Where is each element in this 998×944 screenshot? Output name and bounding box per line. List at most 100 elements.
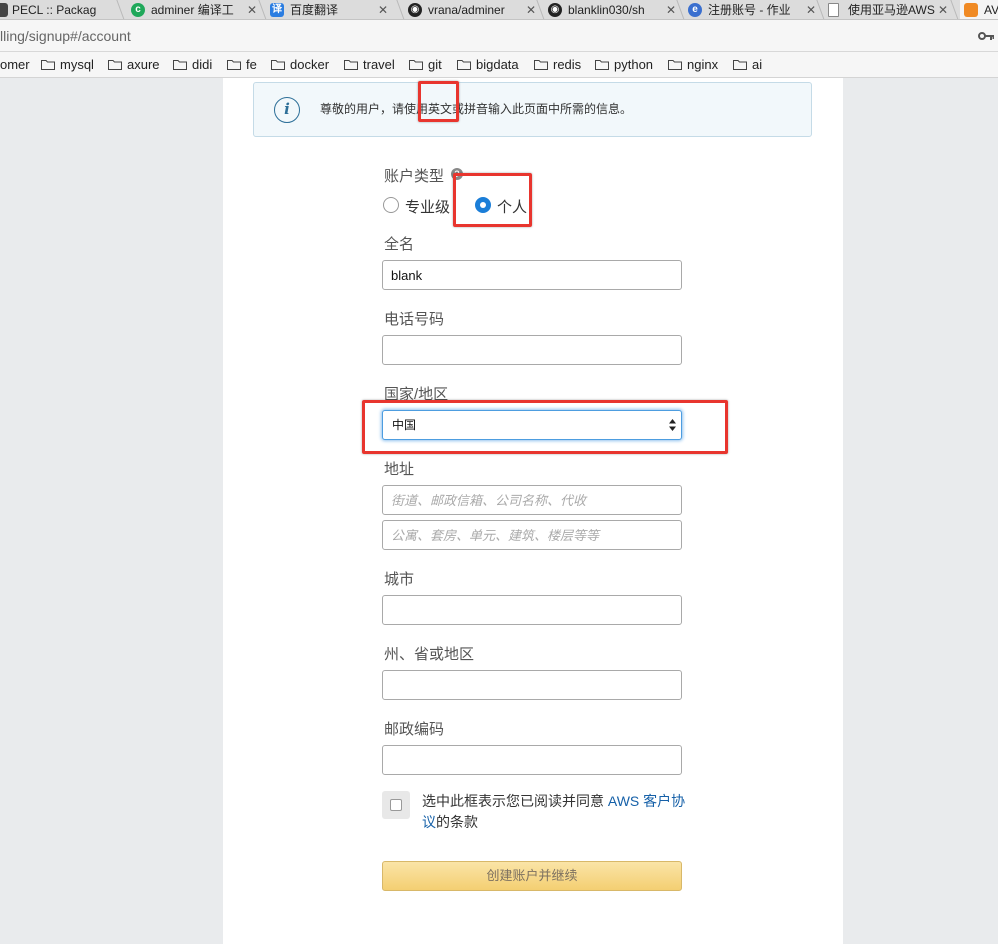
e-logo-icon: e [688,3,702,17]
tab-title: 使用亚马逊AWS [848,3,935,17]
radio-label: 专业级 [405,199,451,216]
agreement-suffix: 的条款 [436,814,478,830]
highlight-box [418,81,459,122]
phone-input[interactable] [382,335,682,365]
bookmark-folder[interactable]: nginx [668,57,718,72]
bookmark-folder[interactable]: axure [108,57,160,72]
pecl-icon [0,3,8,17]
full-name-label: 全名 [384,236,415,253]
github-icon: ◉ [408,3,422,17]
city-input[interactable] [382,595,682,625]
bookmark-folder[interactable]: python [595,57,653,72]
key-icon[interactable] [978,30,994,42]
address-label: 地址 [384,461,415,478]
bookmark-folder[interactable]: ai [733,57,762,72]
bookmark-label: nginx [687,57,719,72]
document-icon [828,3,839,17]
browser-tab-active[interactable]: AV [960,0,998,19]
highlight-box [453,173,532,227]
folder-icon [227,60,241,70]
close-icon[interactable]: ✕ [806,0,816,19]
bookmark-label: fe [246,57,257,72]
bookmark-label: python [614,57,654,72]
c-logo-icon: c [131,3,145,17]
aws-cube-icon [964,3,978,17]
translate-icon: 译 [270,3,284,17]
radio-professional[interactable]: 专业级 [383,196,453,216]
radio-button[interactable] [383,197,399,213]
postal-code-label: 邮政编码 [384,721,445,738]
close-icon[interactable]: ✕ [247,0,257,19]
browser-tab[interactable]: PECL :: Packag [0,0,120,19]
tab-title: PECL :: Packag [12,3,97,17]
folder-icon [344,60,358,70]
tab-title: 百度翻译 [290,3,339,17]
browser-tab[interactable]: ◉ blanklin030/sh ✕ [548,0,680,19]
folder-icon [271,60,285,70]
state-input[interactable] [382,670,682,700]
browser-tab[interactable]: c adminer 编译工 ✕ [131,0,261,19]
browser-tab[interactable]: 使用亚马逊AWS ✕ [828,0,953,19]
bookmark-label: omer [0,57,30,72]
folder-icon [457,60,471,70]
tab-title: adminer 编译工 [151,3,234,17]
highlight-box [362,400,728,454]
address-bar: lling/signup#/account [0,20,998,52]
url-field[interactable]: lling/signup#/account [0,28,131,44]
bookmark-label: git [428,57,442,72]
bookmark-folder[interactable]: mysql [41,57,94,72]
bookmark-label: redis [553,57,582,72]
close-icon[interactable]: ✕ [938,0,948,19]
browser-tab[interactable]: ◉ vrana/adminer ✕ [408,0,540,19]
full-name-input[interactable] [382,260,682,290]
state-label: 州、省或地区 [384,646,475,663]
tab-title: blanklin030/sh [568,3,645,17]
tab-strip: PECL :: Packag c adminer 编译工 ✕ 译 百度翻译 ✕ … [0,0,998,20]
bookmark-label: didi [192,57,213,72]
info-icon: i [274,97,300,123]
bookmark-label: ai [752,57,763,72]
github-icon: ◉ [548,3,562,17]
bookmark-label: travel [363,57,395,72]
address-line2-input[interactable] [382,520,682,550]
tab-title: AV [984,3,998,17]
bookmark-label: docker [290,57,330,72]
folder-icon [173,60,187,70]
bookmark-folder[interactable]: didi [173,57,212,72]
city-label: 城市 [384,571,415,588]
bookmark-folder[interactable]: git [409,57,442,72]
folder-icon [41,60,55,70]
create-account-button[interactable]: 创建账户并继续 [382,861,682,891]
folder-icon [534,60,548,70]
browser-tab[interactable]: 译 百度翻译 ✕ [270,0,400,19]
bookmark-item[interactable]: omer [0,57,30,72]
postal-code-input[interactable] [382,745,682,775]
close-icon[interactable]: ✕ [378,0,388,19]
agreement-text: 选中此框表示您已阅读并同意 AWS 客户协议的条款 [422,791,692,833]
browser-tab[interactable]: e 注册账号 - 作业 ✕ [688,0,820,19]
agreement-checkbox-wrap[interactable] [382,791,410,819]
agreement-checkbox[interactable] [390,799,402,811]
bookmark-label: bigdata [476,57,519,72]
bookmark-folder[interactable]: fe [227,57,257,72]
bookmarks-bar: omer mysql axure didi fe docker travel g… [0,52,998,78]
agreement-prefix: 选中此框表示您已阅读并同意 [422,793,608,809]
close-icon[interactable]: ✕ [666,0,676,19]
address-line1-input[interactable] [382,485,682,515]
notice-banner: i 尊敬的用户，请使用英文或拼音输入此页面中所需的信息。 [253,82,812,137]
phone-label: 电话号码 [384,311,445,328]
tab-title: vrana/adminer [428,3,505,17]
close-icon[interactable]: ✕ [526,0,536,19]
notice-text: 尊敬的用户，请使用英文或拼音输入此页面中所需的信息。 [320,102,633,116]
signup-page: i 尊敬的用户，请使用英文或拼音输入此页面中所需的信息。 账户类型 ? 专业级 … [223,78,843,944]
folder-icon [108,60,122,70]
bookmark-folder[interactable]: redis [534,57,581,72]
bookmark-label: axure [127,57,160,72]
bookmark-folder[interactable]: travel [344,57,395,72]
bookmark-folder[interactable]: bigdata [457,57,519,72]
folder-icon [733,60,747,70]
tab-title: 注册账号 - 作业 [708,3,791,17]
bookmark-label: mysql [60,57,94,72]
bookmark-folder[interactable]: docker [271,57,329,72]
folder-icon [595,60,609,70]
